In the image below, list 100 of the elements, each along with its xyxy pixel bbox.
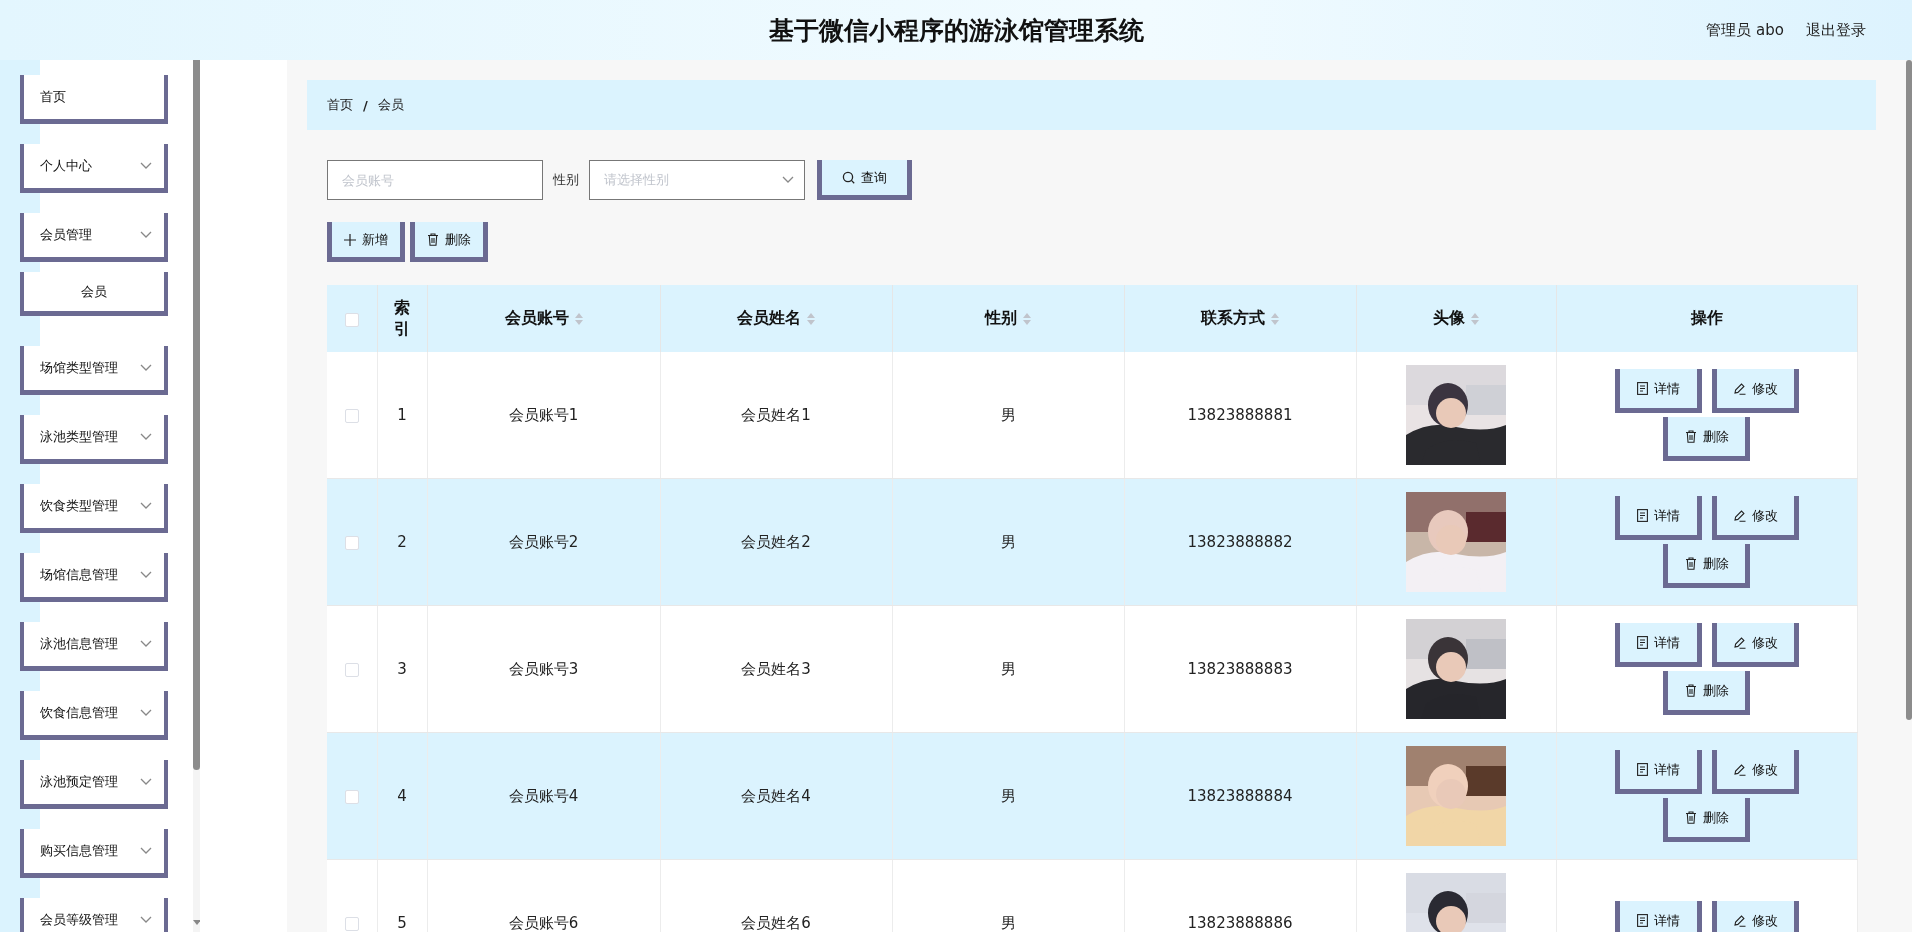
edit-button[interactable]: 修改 [1711,750,1799,794]
document-icon [1636,382,1648,395]
detail-button[interactable]: 详情 [1614,750,1702,794]
table-cell: 1 [377,352,427,479]
column-header: 性别 [985,308,1017,329]
table-cell: 13823888886 [1124,859,1356,932]
chevron-down-icon [140,433,152,441]
menu-item[interactable]: 饮食类型管理 [20,484,168,533]
document-icon [1636,509,1648,522]
table-cell: 5 [377,859,427,932]
trash-icon [1684,557,1697,570]
column-header: 会员姓名 [737,308,801,329]
delete-button[interactable]: 删除 [1663,798,1750,842]
menu-item[interactable]: 泳池预定管理 [20,760,168,809]
edit-button[interactable]: 修改 [1711,496,1799,540]
checkbox[interactable] [344,662,359,677]
column-header: 索引 [393,297,411,340]
menu-item[interactable]: 场馆类型管理 [20,346,168,395]
column-header: 联系方式 [1201,308,1265,329]
table-cell: 3 [377,605,427,733]
table-cell: 13823888883 [1124,605,1356,733]
chevron-down-icon [140,847,152,855]
scrollbar-thumb[interactable] [1906,60,1912,720]
table-cell: 2 [377,478,427,606]
submenu-item[interactable]: 会员 [20,272,168,316]
sort-icon[interactable] [807,312,815,325]
table-cell: 会员账号3 [427,605,660,733]
menu-item[interactable]: 个人中心 [20,144,168,193]
detail-button[interactable]: 详情 [1614,623,1702,667]
chevron-down-icon [140,709,152,717]
detail-button[interactable]: 详情 [1614,369,1702,413]
chevron-down-icon [140,231,152,239]
menu-item[interactable]: 购买信息管理 [20,829,168,878]
sort-icon[interactable] [1271,312,1279,325]
menu-item[interactable]: 泳池类型管理 [20,415,168,464]
detail-button[interactable]: 详情 [1614,496,1702,540]
table-cell: 会员姓名6 [660,859,892,932]
chevron-down-icon [140,162,152,170]
table-cell: 男 [892,478,1124,606]
menu-item[interactable]: 场馆信息管理 [20,553,168,602]
pencil-icon [1732,914,1746,927]
trash-icon [1684,684,1697,697]
sort-icon[interactable] [1023,312,1031,325]
logout-link[interactable]: 退出登录 [1806,20,1866,40]
table-cell: 男 [892,732,1124,860]
checkbox[interactable] [344,312,359,327]
plus-icon [344,233,356,246]
menu-item[interactable]: 会员等级管理 [20,898,168,932]
checkbox[interactable] [344,916,359,931]
menu-item[interactable]: 饮食信息管理 [20,691,168,740]
chevron-down-icon [140,916,152,924]
table-cell: 会员账号6 [427,859,660,932]
checkbox[interactable] [344,535,359,550]
pencil-icon [1732,509,1746,522]
table-cell: 会员姓名3 [660,605,892,733]
table-cell: 13823888884 [1124,732,1356,860]
edit-button[interactable]: 修改 [1711,623,1799,667]
search-button[interactable]: 查询 [817,160,912,200]
table-cell: 男 [892,605,1124,733]
breadcrumb-link[interactable]: 首页 [327,96,353,114]
search-icon [842,171,855,184]
checkbox[interactable] [344,408,359,423]
table-cell: 13823888882 [1124,478,1356,606]
table-cell: 男 [892,352,1124,479]
table-cell: 男 [892,859,1124,932]
chevron-down-icon [140,571,152,579]
delete-button[interactable]: 删除 [1663,544,1750,588]
trash-icon [427,233,439,246]
field-label: 性别 [553,171,579,189]
menu-item[interactable]: 会员管理 [20,213,168,262]
menu-item[interactable]: 首页 [20,75,168,124]
checkbox[interactable] [344,789,359,804]
delete-button[interactable]: 删除 [410,222,488,262]
document-icon [1636,636,1648,649]
column-header: 会员账号 [504,308,569,329]
menu-item[interactable]: 泳池信息管理 [20,622,168,671]
pencil-icon [1732,382,1746,395]
table-cell: 会员姓名4 [660,732,892,860]
edit-button[interactable]: 修改 [1711,369,1799,413]
scrollbar-thumb[interactable] [193,60,200,770]
trash-icon [1684,430,1697,443]
delete-button[interactable]: 删除 [1663,671,1750,715]
table-cell: 13823888881 [1124,352,1356,479]
document-icon [1636,914,1648,927]
pencil-icon [1732,636,1746,649]
detail-button[interactable]: 详情 [1614,901,1702,932]
search-field[interactable]: 会员账号 [327,160,543,200]
table-cell: 会员账号4 [427,732,660,860]
breadcrumb-link[interactable]: 会员 [377,96,404,114]
table-cell: 4 [377,732,427,860]
add-button[interactable]: 新增 [327,222,405,262]
edit-button[interactable]: 修改 [1711,901,1799,932]
document-icon [1636,763,1648,776]
user-name: 管理员 abo [1706,20,1784,40]
delete-button[interactable]: 删除 [1663,417,1750,461]
chevron-down-icon [140,778,152,786]
breadcrumb-separator: / [363,97,368,113]
table-cell: 会员姓名2 [660,478,892,606]
sort-icon[interactable] [1471,312,1479,325]
sort-icon[interactable] [574,312,583,325]
